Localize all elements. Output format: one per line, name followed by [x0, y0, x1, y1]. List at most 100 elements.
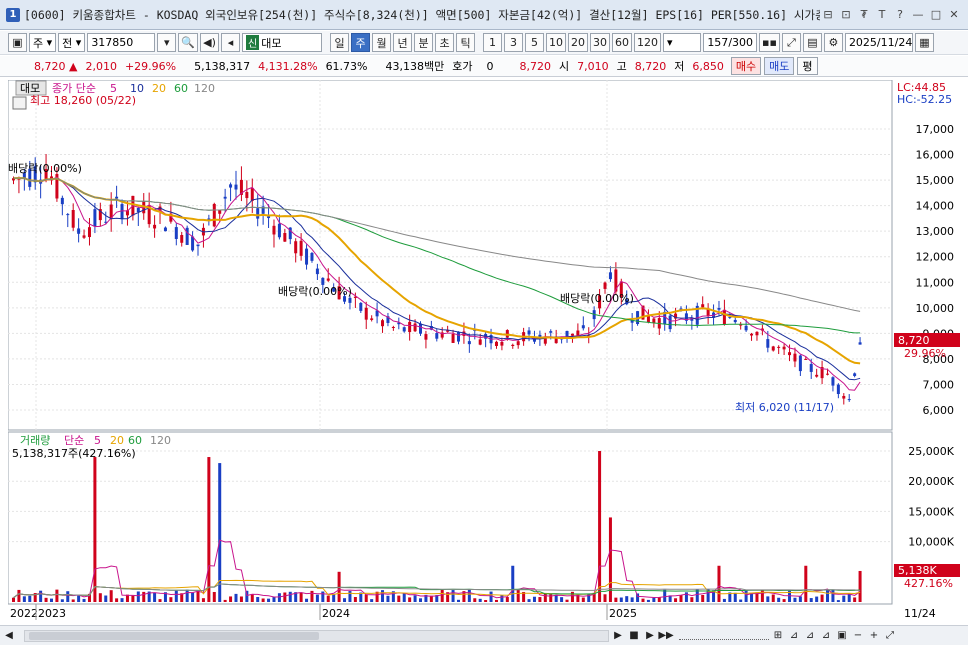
candle-body	[272, 225, 276, 235]
tool-icon-4[interactable]: ⊿	[819, 629, 833, 643]
chart-svg[interactable]: 대모 종가 단순 5 10 20 60 120 최고 18,260 (05/22…	[7, 79, 960, 625]
interval-120[interactable]: 120	[634, 33, 662, 52]
layout-icon[interactable]: ⊟	[820, 7, 836, 23]
tab-period-tick[interactable]: 틱	[456, 33, 476, 52]
scroll-right-icon[interactable]: ▶	[611, 629, 625, 643]
sound-icon[interactable]: ◀)	[200, 33, 220, 52]
volume-bar	[191, 592, 195, 602]
interval-20[interactable]: 20	[568, 33, 589, 52]
stop-icon[interactable]: ■	[627, 629, 641, 643]
tool-icon-1[interactable]: ⊞	[771, 629, 785, 643]
drawing-tools[interactable]	[679, 632, 769, 640]
candle-body	[527, 330, 531, 335]
volume-bar	[115, 598, 119, 602]
candle-body	[283, 233, 287, 242]
mode-select[interactable]: 전 ▾	[58, 33, 86, 52]
volume-bar	[543, 593, 547, 602]
period-select[interactable]: 주 ▾	[29, 33, 57, 52]
volume-value: 5,138,317	[194, 59, 251, 73]
candle-body	[809, 364, 813, 372]
volume-bar	[532, 596, 536, 602]
volume-bar	[207, 457, 211, 602]
x-label-2025: 2025	[609, 607, 637, 620]
zoom-out-minus-icon[interactable]: −	[851, 629, 865, 643]
help-icon[interactable]: ?	[892, 7, 908, 23]
tab-period-year[interactable]: 년	[393, 33, 413, 52]
restore-layout-icon[interactable]: ⊡	[838, 7, 854, 23]
volume-bar	[142, 591, 146, 602]
volume-bar	[55, 589, 59, 602]
search-icon[interactable]: 🔍	[178, 33, 199, 52]
volume-panel-frame	[7, 431, 893, 605]
tab-period-week[interactable]: 주	[351, 33, 371, 52]
sell-button[interactable]: 매도	[764, 57, 795, 75]
zoom-in-icon[interactable]: ▪▪	[759, 33, 780, 52]
interval-1[interactable]: 1	[483, 33, 503, 52]
stock-code-input[interactable]: 317850	[87, 33, 156, 52]
low-price: 6,850	[692, 59, 724, 73]
tab-period-second[interactable]: 초	[435, 33, 455, 52]
volume-bar	[511, 565, 515, 602]
price-y-tick: 10,000	[916, 302, 955, 315]
tool-icon-3[interactable]: ⊿	[803, 629, 817, 643]
volume-bar	[223, 599, 227, 602]
interval-custom-select[interactable]: ▾	[663, 33, 702, 52]
volume-bar	[570, 591, 574, 602]
volume-bar	[82, 598, 86, 602]
tab-period-minute[interactable]: 분	[414, 33, 434, 52]
tool-icon-5[interactable]: ▣	[835, 629, 849, 643]
avg-button[interactable]: 평	[797, 57, 818, 75]
interval-60[interactable]: 60	[612, 33, 633, 52]
prev-stock-icon[interactable]: ◂	[221, 33, 241, 52]
zoom-in-plus-icon[interactable]: +	[867, 629, 881, 643]
volume-bar	[315, 594, 319, 602]
candle-body	[771, 346, 775, 351]
interval-30[interactable]: 30	[590, 33, 611, 52]
candle-body	[755, 331, 759, 336]
price-y-tick: 12,000	[916, 251, 955, 264]
interval-5[interactable]: 5	[525, 33, 545, 52]
play-icon[interactable]: ▶	[643, 629, 657, 643]
candle-body	[722, 309, 726, 325]
interval-10[interactable]: 10	[546, 33, 567, 52]
table-icon[interactable]	[12, 96, 27, 110]
candle-body	[229, 184, 233, 188]
scrollbar[interactable]	[24, 629, 609, 642]
candle-body	[267, 216, 271, 219]
tab-period-day[interactable]: 일	[330, 33, 350, 52]
date-input[interactable]: 2025/11/24	[844, 33, 913, 52]
candle-body	[153, 224, 157, 229]
candle-body	[391, 326, 395, 328]
scroll-thumb[interactable]	[29, 631, 319, 640]
calendar-icon[interactable]: ▦	[914, 33, 934, 52]
low-label: 저	[674, 60, 685, 73]
volume-bar	[234, 593, 238, 602]
dividend-label-3: 배당락(0.00%)	[560, 292, 634, 305]
volume-bar	[277, 593, 281, 602]
chart-menu-icon[interactable]: ▣	[8, 33, 27, 52]
scroll-left-icon[interactable]: ◀	[2, 629, 16, 643]
count-input[interactable]: 157/300	[703, 33, 758, 52]
buy-button[interactable]: 매수	[730, 57, 762, 75]
font-icon[interactable]: T	[874, 7, 890, 23]
volume-legend-name: 거래량	[20, 434, 50, 447]
minimize-icon[interactable]: —	[910, 7, 926, 23]
save-icon[interactable]: ▤	[802, 33, 822, 52]
code-dropdown-icon[interactable]: ▾	[157, 33, 177, 52]
pin-icon[interactable]: ₮	[856, 7, 872, 23]
candle-body	[277, 223, 281, 238]
ma-legend-20: 20	[152, 82, 166, 95]
tool-icon-2[interactable]: ⊿	[787, 629, 801, 643]
expand-icon[interactable]: ⤢	[883, 629, 897, 643]
volume-bar	[581, 597, 585, 602]
low-annotation: 최저 6,020 (11/17)	[735, 401, 834, 414]
interval-3[interactable]: 3	[504, 33, 524, 52]
maximize-icon[interactable]: □	[928, 7, 944, 23]
fast-forward-icon[interactable]: ▶▶	[658, 629, 673, 643]
chart-area[interactable]: 대모 종가 단순 5 10 20 60 120 최고 18,260 (05/22…	[7, 79, 960, 625]
zoom-out-icon[interactable]: ⤢	[781, 33, 801, 52]
close-icon[interactable]: ✕	[946, 7, 962, 23]
tab-period-month[interactable]: 월	[372, 33, 392, 52]
volume-legend-20: 20	[110, 434, 124, 447]
settings-icon[interactable]: ⚙	[823, 33, 843, 52]
